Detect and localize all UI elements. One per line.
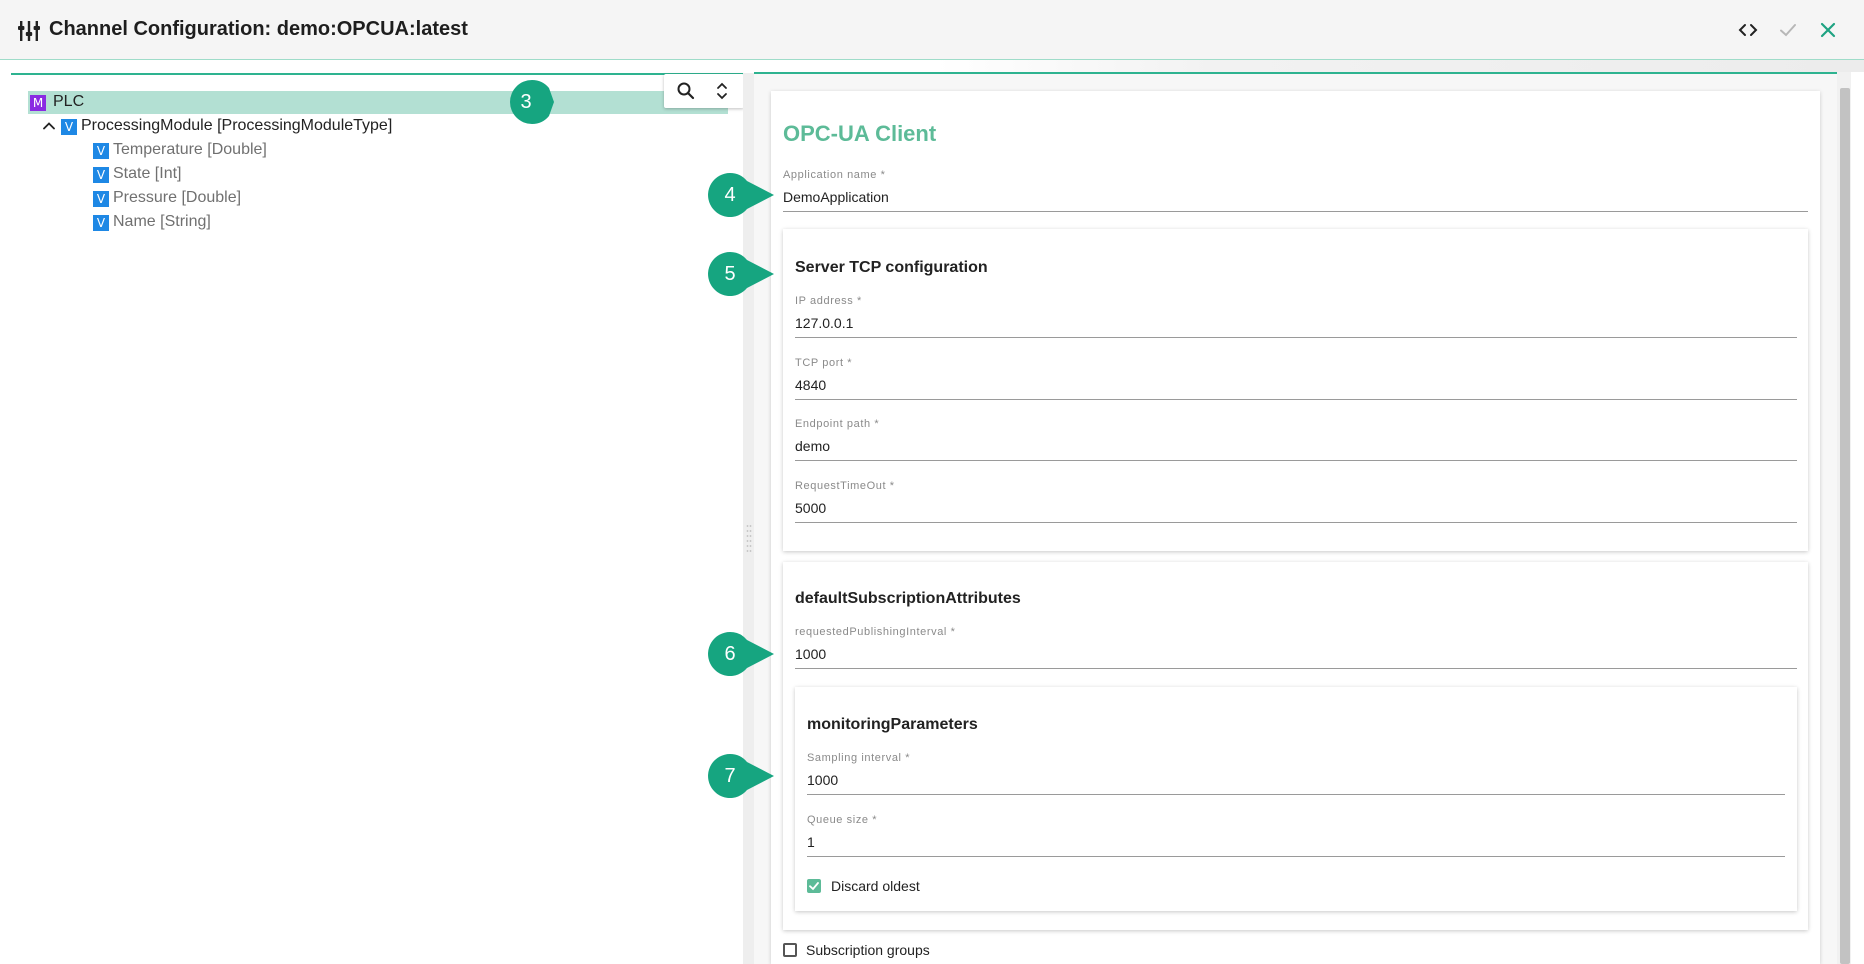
ip-address-input[interactable]: 127.0.0.1	[795, 315, 853, 331]
field-underline	[807, 856, 1785, 857]
sampling-interval-label: Sampling interval *	[807, 752, 911, 764]
field-underline	[795, 337, 1797, 338]
check-icon[interactable]	[1776, 18, 1800, 42]
variable-badge-icon: V	[93, 143, 109, 159]
tree-item-plc[interactable]: PLC	[53, 92, 84, 112]
check-icon	[809, 882, 819, 891]
sampling-interval-input[interactable]: 1000	[807, 772, 838, 788]
callout-number: 5	[724, 263, 736, 285]
tree-item-name[interactable]: Name [String]	[113, 212, 211, 232]
callout-number: 7	[724, 765, 736, 787]
publishing-interval-input[interactable]: 1000	[795, 646, 826, 662]
ip-address-label: IP address *	[795, 295, 862, 307]
subscription-attributes-title: defaultSubscriptionAttributes	[795, 590, 1021, 607]
server-tcp-title: Server TCP configuration	[795, 259, 988, 276]
close-icon[interactable]	[1816, 18, 1840, 42]
section-title: OPC-UA Client	[783, 121, 937, 146]
field-underline	[807, 794, 1785, 795]
callout-marker: 7	[708, 754, 774, 798]
tree-row-selected[interactable]	[28, 91, 728, 114]
callout-number: 6	[724, 643, 736, 665]
code-icon[interactable]	[1736, 18, 1760, 42]
sliders-icon	[17, 19, 41, 43]
callout-marker: 6	[708, 632, 774, 676]
field-underline	[795, 668, 1797, 669]
tree-item-processing-module[interactable]: ProcessingModule [ProcessingModuleType]	[81, 116, 392, 136]
subscription-groups-checkbox[interactable]	[783, 943, 797, 957]
callout-number: 3	[520, 91, 532, 113]
unfold-icon[interactable]	[710, 79, 734, 103]
request-timeout-label: RequestTimeOut *	[795, 480, 895, 492]
module-badge-icon: M	[30, 95, 46, 111]
application-name-label: Application name *	[783, 169, 886, 181]
field-underline	[783, 211, 1808, 212]
dialog-header: Channel Configuration: demo:OPCUA:latest	[0, 0, 1864, 60]
variable-badge-icon: V	[93, 191, 109, 207]
monitoring-parameters-title: monitoringParameters	[807, 716, 978, 733]
server-tcp-card	[783, 229, 1808, 551]
callout-marker: 3	[488, 79, 554, 125]
variable-badge-icon: V	[93, 167, 109, 183]
queue-size-input[interactable]: 1	[807, 834, 815, 850]
callout-marker: 4	[708, 172, 774, 217]
page-title: Channel Configuration: demo:OPCUA:latest	[49, 18, 468, 40]
search-icon[interactable]	[674, 79, 698, 103]
discard-oldest-label[interactable]: Discard oldest	[831, 878, 920, 894]
application-name-input[interactable]: DemoApplication	[783, 189, 889, 205]
scrollbar-thumb[interactable]	[1840, 88, 1850, 964]
header-divider	[936, 60, 1864, 72]
publishing-interval-label: requestedPublishingInterval *	[795, 626, 956, 638]
tree-item-pressure[interactable]: Pressure [Double]	[113, 188, 241, 208]
request-timeout-input[interactable]: 5000	[795, 500, 826, 516]
subscription-groups-label[interactable]: Subscription groups	[806, 942, 930, 958]
tree-toolbar	[664, 74, 744, 108]
field-underline	[795, 399, 1797, 400]
tcp-port-input[interactable]: 4840	[795, 377, 826, 393]
chevron-up-icon[interactable]	[41, 118, 57, 134]
field-underline	[795, 460, 1797, 461]
callout-marker: 5	[708, 251, 774, 296]
variable-badge-icon: V	[61, 119, 77, 135]
queue-size-label: Queue size *	[807, 814, 878, 826]
callout-number: 4	[724, 184, 736, 206]
variable-badge-icon: V	[93, 215, 109, 231]
endpoint-path-input[interactable]: demo	[795, 438, 830, 454]
tree-item-state[interactable]: State [Int]	[113, 164, 181, 184]
endpoint-path-label: Endpoint path *	[795, 418, 880, 430]
tcp-port-label: TCP port *	[795, 357, 853, 369]
discard-oldest-checkbox[interactable]	[807, 879, 821, 893]
field-underline	[795, 522, 1797, 523]
drag-handle-icon[interactable]	[746, 524, 752, 556]
tree-item-temperature[interactable]: Temperature [Double]	[113, 140, 267, 160]
